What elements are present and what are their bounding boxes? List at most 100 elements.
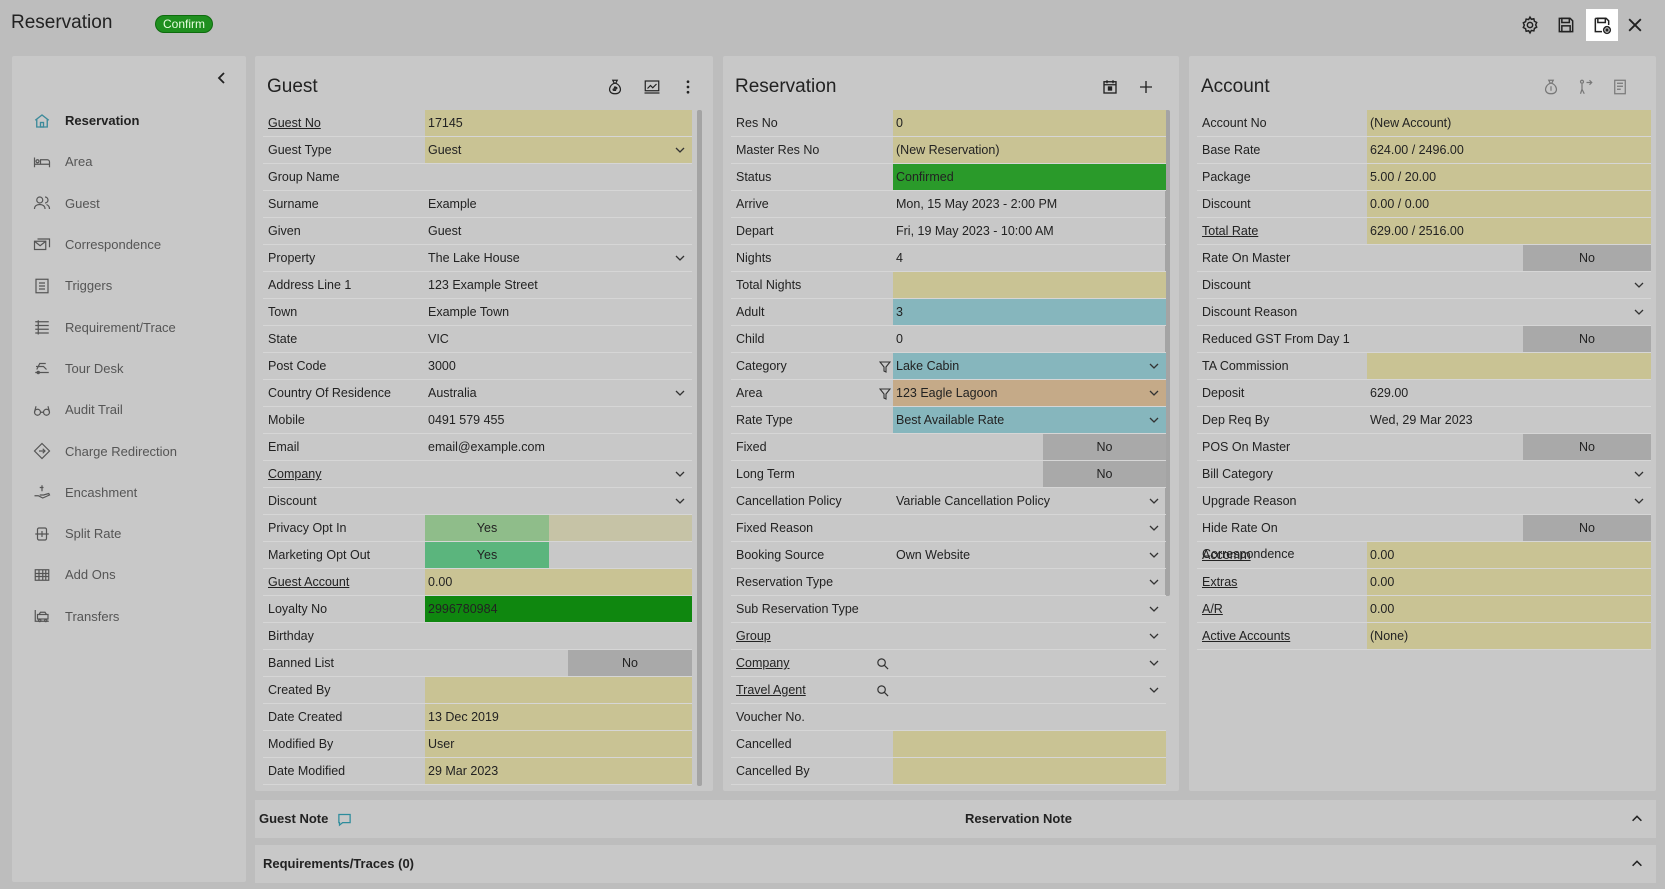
- field-value[interactable]: 0.00: [425, 569, 692, 595]
- field-value[interactable]: 0: [893, 110, 1166, 136]
- chevron-down-icon[interactable]: [674, 387, 686, 399]
- field-value[interactable]: 629.00 / 2516.00: [1367, 218, 1651, 244]
- chevron-down-icon[interactable]: [1148, 684, 1160, 696]
- close-button[interactable]: [1619, 9, 1651, 41]
- chevron-up-icon[interactable]: [1630, 812, 1644, 826]
- field-value[interactable]: email@example.com: [425, 434, 692, 460]
- field-value[interactable]: [893, 758, 1166, 784]
- search-icon[interactable]: [876, 684, 889, 697]
- field-value[interactable]: Guest: [425, 137, 692, 163]
- field-value[interactable]: 624.00 / 2496.00: [1367, 137, 1651, 163]
- sidebar-item-triggers[interactable]: Triggers: [12, 265, 246, 306]
- field-value[interactable]: [425, 461, 692, 487]
- field-value[interactable]: 123 Example Street: [425, 272, 692, 298]
- sidebar-item-audit-trail[interactable]: Audit Trail: [12, 389, 246, 430]
- chevron-down-icon[interactable]: [1148, 522, 1160, 534]
- field-value[interactable]: 0491 579 455: [425, 407, 692, 433]
- requirements-bar[interactable]: Requirements/Traces (0): [255, 845, 1656, 883]
- sidebar-item-transfers[interactable]: Transfers: [12, 596, 246, 637]
- chevron-down-icon[interactable]: [1148, 603, 1160, 615]
- chevron-down-icon[interactable]: [674, 144, 686, 156]
- field-value[interactable]: [1367, 272, 1651, 298]
- chevron-down-icon[interactable]: [1633, 306, 1645, 318]
- field-value[interactable]: VIC: [425, 326, 692, 352]
- search-icon[interactable]: [876, 657, 889, 670]
- field-value[interactable]: [1367, 461, 1651, 487]
- field-value[interactable]: 0.00: [1367, 596, 1651, 622]
- field-value[interactable]: Own Website: [893, 542, 1166, 568]
- chevron-down-icon[interactable]: [1148, 360, 1160, 372]
- field-value[interactable]: 29 Mar 2023: [425, 758, 692, 784]
- field-value[interactable]: 5.00 / 20.00: [1367, 164, 1651, 190]
- sidebar-item-correspondence[interactable]: Correspondence: [12, 224, 246, 265]
- field-value[interactable]: The Lake House: [425, 245, 692, 271]
- field-value[interactable]: 3000: [425, 353, 692, 379]
- toggle-value[interactable]: No: [1523, 515, 1651, 541]
- account-transfer-button[interactable]: [1574, 76, 1596, 98]
- reservation-add-button[interactable]: [1135, 76, 1157, 98]
- field-value[interactable]: Wed, 29 Mar 2023: [1367, 407, 1651, 433]
- sidebar-item-area[interactable]: Area: [12, 141, 246, 182]
- field-label[interactable]: Guest No: [263, 110, 423, 136]
- field-label[interactable]: Guest Account: [263, 569, 423, 595]
- field-value[interactable]: Fri, 19 May 2023 - 10:00 AM: [893, 218, 1166, 244]
- comment-icon[interactable]: [337, 812, 352, 827]
- field-value[interactable]: [893, 596, 1166, 622]
- chevron-down-icon[interactable]: [674, 252, 686, 264]
- field-value[interactable]: [893, 515, 1166, 541]
- save-and-close-button[interactable]: [1586, 9, 1618, 41]
- field-value[interactable]: [425, 623, 692, 649]
- filter-icon[interactable]: [879, 388, 891, 400]
- guest-stats-button[interactable]: [641, 76, 663, 98]
- field-value[interactable]: Australia: [425, 380, 692, 406]
- field-value[interactable]: 0.00: [1367, 569, 1651, 595]
- field-value[interactable]: [1367, 353, 1651, 379]
- field-label[interactable]: Company: [731, 650, 889, 676]
- field-value[interactable]: 0.00 / 0.00: [1367, 191, 1651, 217]
- chevron-down-icon[interactable]: [1148, 387, 1160, 399]
- chevron-up-icon[interactable]: [1630, 857, 1644, 871]
- toggle-value[interactable]: No: [1043, 434, 1166, 460]
- sidebar-item-requirement-trace[interactable]: Requirement/Trace: [12, 306, 246, 347]
- toggle-value[interactable]: No: [1523, 245, 1651, 271]
- chevron-down-icon[interactable]: [674, 495, 686, 507]
- field-value[interactable]: [893, 623, 1166, 649]
- field-value[interactable]: (New Reservation): [893, 137, 1166, 163]
- save-button[interactable]: [1550, 9, 1582, 41]
- settings-button[interactable]: [1514, 9, 1546, 41]
- toggle-empty[interactable]: [549, 542, 692, 568]
- field-value[interactable]: (None): [1367, 623, 1651, 649]
- field-label[interactable]: Active Accounts: [1197, 623, 1363, 649]
- notes-bar[interactable]: Guest Note Reservation Note: [255, 800, 1656, 838]
- field-value[interactable]: [425, 677, 692, 703]
- toggle-value[interactable]: No: [1523, 434, 1651, 460]
- field-value[interactable]: 13 Dec 2019: [425, 704, 692, 730]
- field-label[interactable]: A/R: [1197, 596, 1363, 622]
- sidebar-item-split-rate[interactable]: Split Rate: [12, 513, 246, 554]
- chevron-down-icon[interactable]: [1633, 468, 1645, 480]
- toggle-value[interactable]: No: [568, 650, 692, 676]
- guest-more-button[interactable]: [677, 76, 699, 98]
- chevron-left-icon[interactable]: [214, 70, 230, 86]
- field-value[interactable]: Guest: [425, 218, 692, 244]
- field-value[interactable]: 629.00: [1367, 380, 1651, 406]
- reservation-calendar-button[interactable]: [1099, 76, 1121, 98]
- field-value[interactable]: [893, 677, 1166, 703]
- toggle-empty[interactable]: [549, 515, 692, 541]
- field-value[interactable]: [425, 164, 692, 190]
- field-value[interactable]: Best Available Rate: [893, 407, 1166, 433]
- field-value[interactable]: 2996780984: [425, 596, 692, 622]
- field-value[interactable]: 0.00: [1367, 542, 1651, 568]
- sidebar-item-guest[interactable]: Guest: [12, 183, 246, 224]
- field-value[interactable]: 0: [893, 326, 1166, 352]
- field-value[interactable]: [893, 704, 1166, 730]
- field-value[interactable]: [425, 488, 692, 514]
- chevron-down-icon[interactable]: [1148, 576, 1160, 588]
- field-value[interactable]: 17145: [425, 110, 692, 136]
- sidebar-item-encashment[interactable]: Encashment: [12, 472, 246, 513]
- chevron-down-icon[interactable]: [1148, 495, 1160, 507]
- field-value[interactable]: 4: [893, 245, 1166, 271]
- sidebar-item-tour-desk[interactable]: Tour Desk: [12, 348, 246, 389]
- chevron-down-icon[interactable]: [1148, 549, 1160, 561]
- field-label[interactable]: Company: [263, 461, 423, 487]
